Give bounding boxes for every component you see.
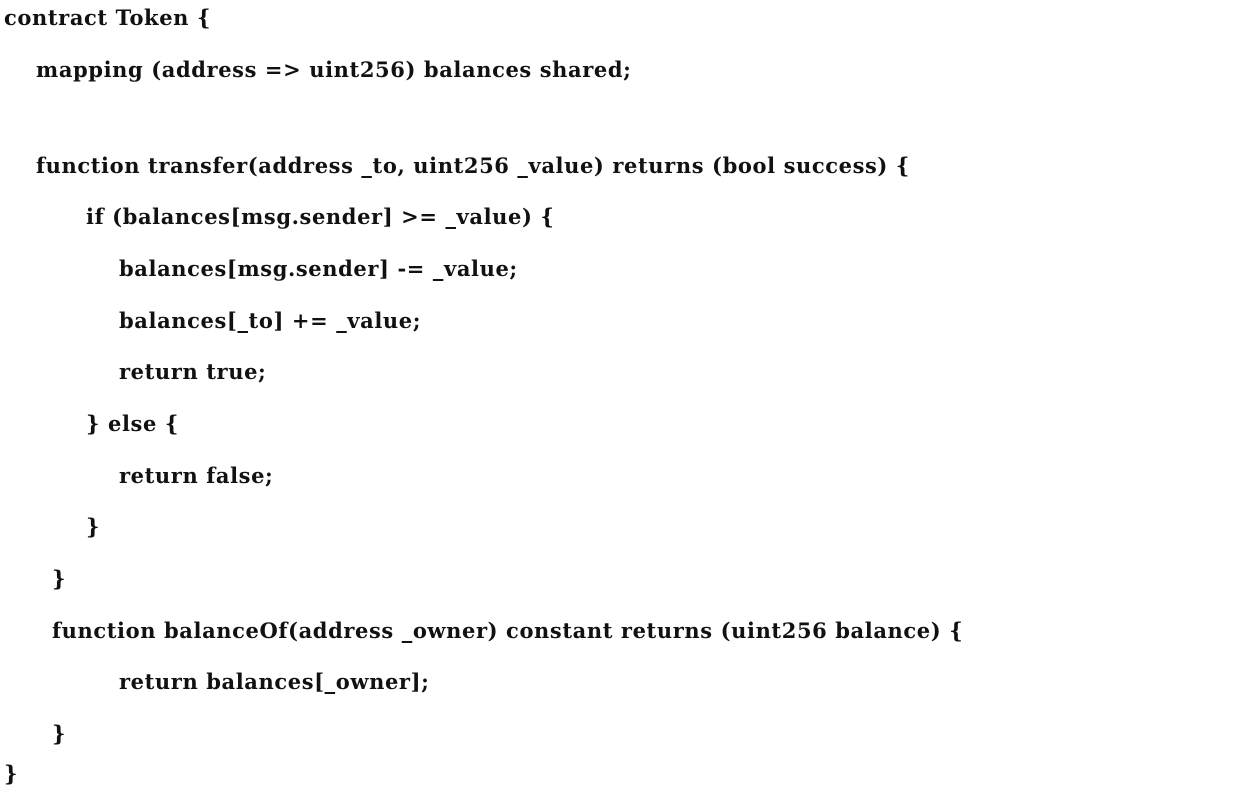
code-line-debit: balances[msg.sender] -= _value; — [119, 256, 518, 281]
code-line-transfer-decl: function transfer(address _to, uint256 _… — [36, 153, 910, 178]
code-line-contract-decl: contract Token { — [4, 5, 212, 30]
code-line-close-balanceof: } — [52, 721, 67, 746]
code-line-return-true: return true; — [119, 359, 267, 384]
code-line-balanceof-decl: function balanceOf(address _owner) const… — [52, 618, 964, 643]
code-line-close-transfer: } — [52, 566, 67, 591]
code-line-close-contract: } — [4, 761, 19, 786]
code-line-return-false: return false; — [119, 463, 274, 488]
code-line-if: if (balances[msg.sender] >= _value) { — [86, 204, 555, 229]
code-line-close-if: } — [86, 514, 101, 539]
code-line-mapping: mapping (address => uint256) balances sh… — [36, 57, 632, 82]
code-line-credit: balances[_to] += _value; — [119, 308, 422, 333]
code-line-return-balance: return balances[_owner]; — [119, 669, 430, 694]
code-line-else: } else { — [86, 411, 179, 436]
code-listing: contract Token { mapping (address => uin… — [0, 0, 1240, 790]
